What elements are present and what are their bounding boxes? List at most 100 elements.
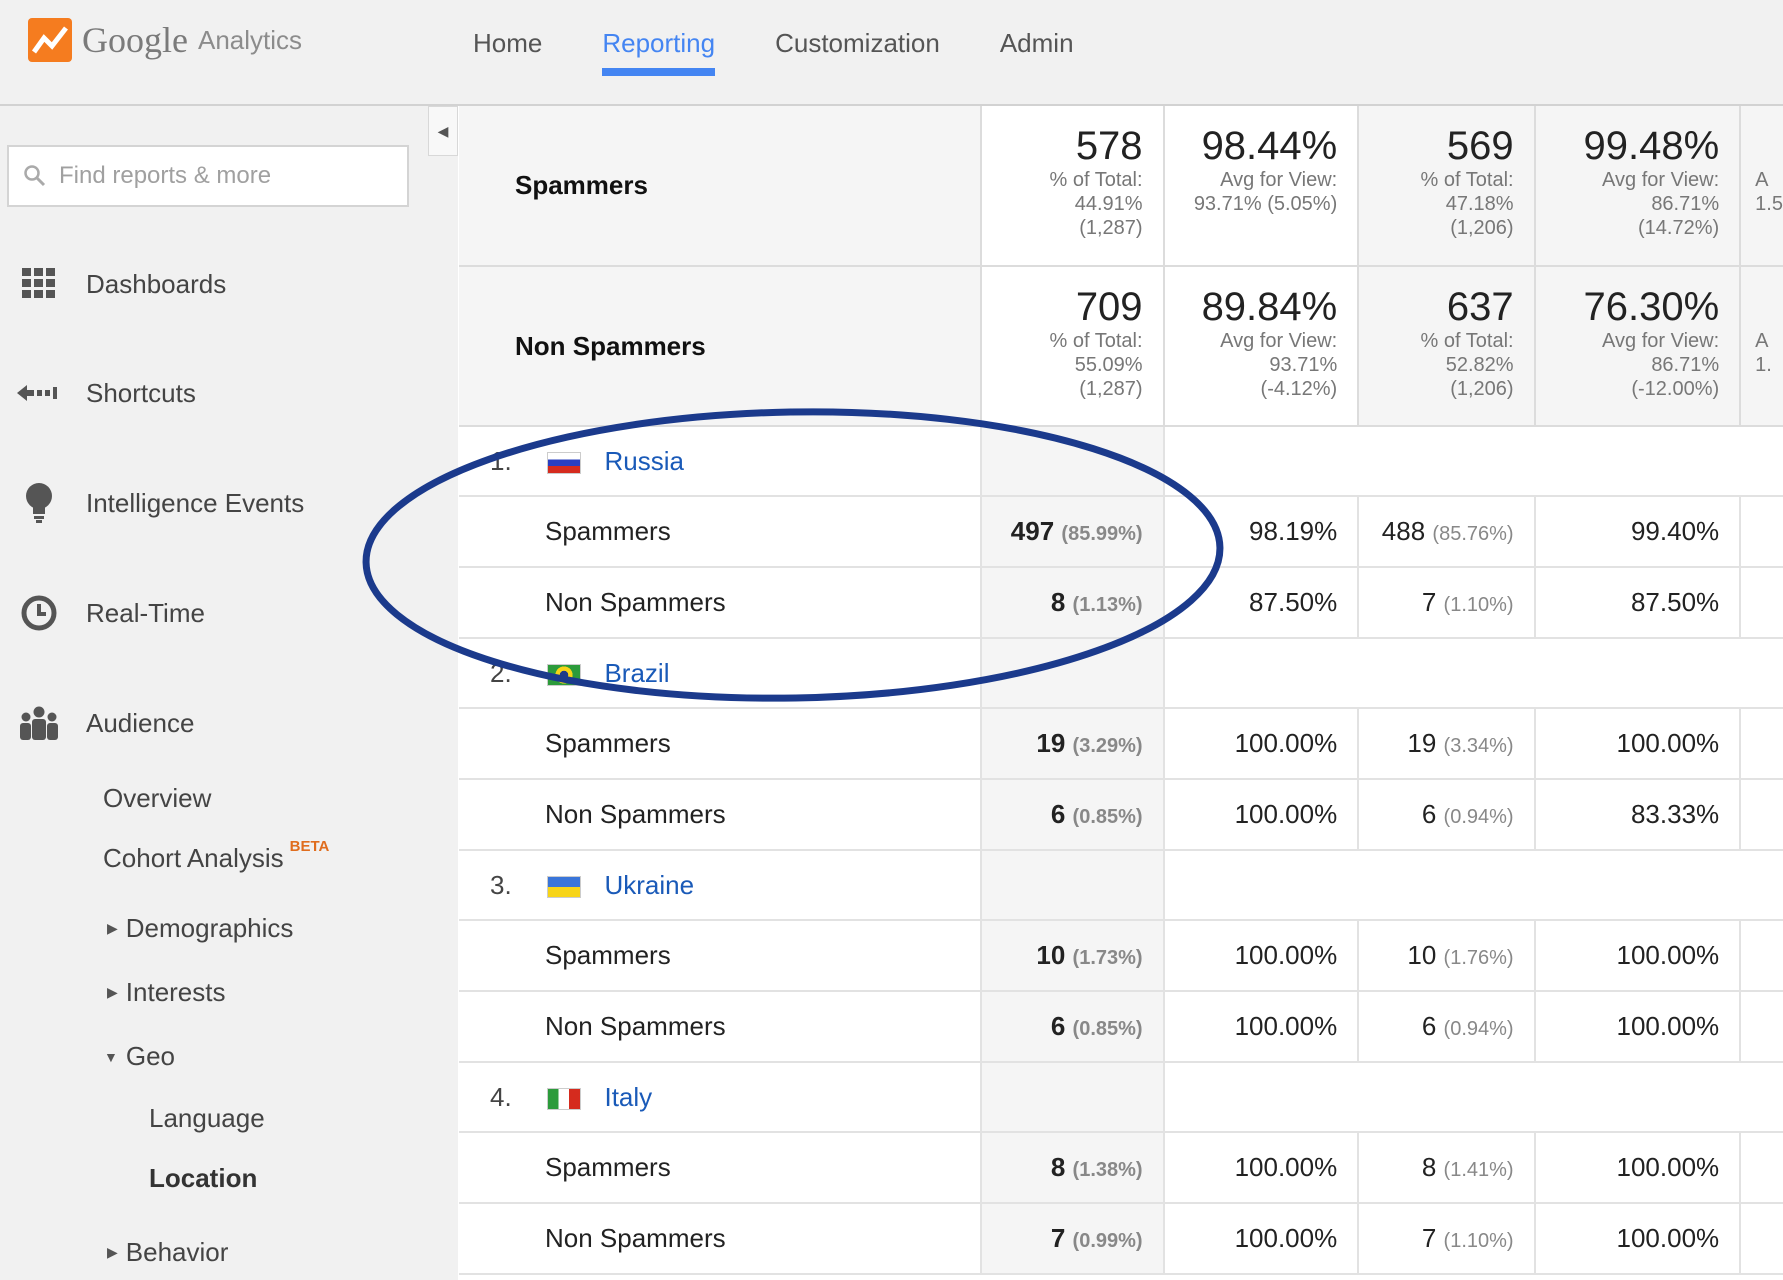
summary-caption: 1.5: [1755, 193, 1783, 215]
row-number: 3.: [490, 869, 512, 900]
country-link[interactable]: Italy: [604, 1082, 652, 1112]
metric-cell: 100.00%: [1163, 1132, 1360, 1204]
tab-customization[interactable]: Customization: [775, 0, 940, 76]
segment-label: Spammers: [459, 708, 983, 780]
table-row: Spammers 497 (85.99%) 98.19% 488 (85.76%…: [459, 496, 1783, 568]
main-nav: Home Reporting Customization Admin: [473, 0, 1134, 104]
metric-cell: 6 (0.94%): [1358, 779, 1536, 851]
summary-cell: 89.84% Avg for View: 93.71% (-4.12%): [1163, 266, 1360, 427]
summary-cell: 76.30% Avg for View: 86.71% (-12.00%): [1534, 266, 1742, 427]
clock-icon: [14, 595, 64, 631]
segment-label: Spammers: [459, 1132, 983, 1204]
sidebar-item-label: Demographics: [125, 913, 294, 943]
sidebar-item-dashboards[interactable]: Dashboards: [0, 254, 440, 314]
chevron-left-icon: ◀: [437, 122, 449, 139]
sessions-cell: 19 (3.29%): [981, 708, 1165, 780]
sidebar-item-interests[interactable]: ▶ Interests: [107, 977, 226, 1008]
table-row: Non Spammers 6 (0.85%) 100.00% 6 (0.94%)…: [459, 779, 1783, 851]
sidebar-item-shortcuts[interactable]: Shortcuts: [0, 363, 440, 423]
summary-value: 578: [1075, 124, 1143, 168]
report-table: Spammers 578 % of Total: 44.91% (1,287) …: [459, 106, 1783, 1275]
table-row: Spammers 10 (1.73%) 100.00% 10 (1.76%) 1…: [459, 920, 1783, 992]
sidebar-item-geo[interactable]: ▼ Geo: [104, 1041, 175, 1072]
summary-caption: A: [1755, 330, 1769, 352]
country-link[interactable]: Brazil: [604, 658, 669, 688]
country-cell: 3. Ukraine: [459, 850, 983, 921]
country-link[interactable]: Russia: [604, 446, 683, 476]
sidebar-item-real-time[interactable]: Real-Time: [0, 583, 440, 643]
sessions-cell: 7 (0.99%): [981, 1203, 1165, 1275]
summary-caption: (1,206): [1450, 378, 1514, 400]
summary-row-spammers: Spammers 578 % of Total: 44.91% (1,287) …: [459, 106, 1783, 267]
summary-caption: 44.91%: [1074, 193, 1143, 215]
ukraine-flag-icon: [547, 875, 582, 898]
summary-cell: 98.44% Avg for View: 93.71% (5.05%): [1163, 106, 1360, 267]
sidebar-item-label: Behavior: [125, 1237, 229, 1267]
country-group-row: 3. Ukraine: [459, 850, 1783, 921]
metric-cell: 6 (0.94%): [1358, 991, 1536, 1063]
country-group-row: 4. Italy: [459, 1062, 1783, 1133]
segment-label: Non Spammers: [459, 567, 983, 639]
metric-cell: 87.50%: [1534, 567, 1742, 639]
logo-analytics-text: Analytics: [197, 24, 303, 55]
tab-reporting[interactable]: Reporting: [602, 0, 715, 76]
summary-caption: Avg for View:: [1220, 330, 1338, 352]
tab-home[interactable]: Home: [473, 0, 542, 76]
sidebar-item-intelligence-events[interactable]: Intelligence Events: [0, 473, 440, 533]
summary-cell: 99.48% Avg for View: 86.71% (14.72%): [1534, 106, 1742, 267]
sessions-cell: 8 (1.13%): [981, 567, 1165, 639]
search-box[interactable]: [7, 145, 409, 207]
summary-caption: 86.71%: [1651, 193, 1720, 215]
sidebar-item-language[interactable]: Language: [149, 1103, 265, 1134]
summary-caption: (1,287): [1079, 378, 1143, 400]
tab-admin[interactable]: Admin: [1000, 0, 1074, 76]
sessions-cell: 497 (85.99%): [981, 496, 1165, 568]
metric-cell: 98.19%: [1163, 496, 1360, 568]
top-header: Google Analytics Home Reporting Customiz…: [0, 0, 1783, 106]
country-link[interactable]: Ukraine: [604, 870, 694, 900]
summary-cell-clipped: A 1.: [1740, 266, 1783, 427]
metric-cell: 10 (1.76%): [1358, 920, 1536, 992]
summary-caption: A: [1755, 169, 1769, 191]
triangle-right-icon: ▶: [107, 920, 118, 936]
summary-caption: % of Total:: [1049, 169, 1143, 191]
metric-cell: 83.33%: [1534, 779, 1742, 851]
sidebar-item-cohort-analysis[interactable]: Cohort Analysis BETA: [103, 838, 329, 874]
metric-cell: 100.00%: [1163, 779, 1360, 851]
lightbulb-icon: [14, 482, 64, 524]
metric-cell: 7 (1.10%): [1358, 567, 1536, 639]
search-input[interactable]: [57, 161, 391, 191]
sidebar-item-label: Geo: [125, 1041, 176, 1071]
sidebar-item-location[interactable]: Location: [149, 1163, 257, 1194]
metric-cell: 100.00%: [1163, 991, 1360, 1063]
country-group-row: 1. Russia: [459, 426, 1783, 497]
summary-value: 76.30%: [1583, 285, 1720, 329]
triangle-right-icon: ▶: [107, 1244, 118, 1260]
logo-google-text: Google: [82, 20, 188, 60]
country-cell: 1. Russia: [459, 426, 983, 497]
sidebar-item-label: Shortcuts: [86, 377, 196, 408]
metric-cell: 100.00%: [1163, 708, 1360, 780]
summary-caption: (1,206): [1450, 217, 1514, 239]
sidebar-item-overview[interactable]: Overview: [103, 783, 211, 814]
sidebar-item-demographics[interactable]: ▶ Demographics: [107, 913, 293, 944]
summary-caption: 47.18%: [1445, 193, 1514, 215]
search-icon: [24, 165, 46, 187]
table-row: Non Spammers 7 (0.99%) 100.00% 7 (1.10%)…: [459, 1203, 1783, 1275]
dashboard-grid-icon: [14, 268, 64, 300]
collapse-sidebar-button[interactable]: ◀: [428, 106, 458, 156]
metric-cell: 100.00%: [1534, 1132, 1742, 1204]
sidebar-item-audience[interactable]: Audience: [0, 693, 440, 753]
metric-cell: 8 (1.41%): [1358, 1132, 1536, 1204]
summary-caption: (-4.12%): [1260, 378, 1338, 400]
sidebar-item-behavior[interactable]: ▶ Behavior: [107, 1237, 228, 1268]
people-icon: [14, 706, 64, 740]
sidebar-item-label: Interests: [125, 977, 226, 1007]
metric-cell: 19 (3.34%): [1358, 708, 1536, 780]
google-analytics-logo[interactable]: Google Analytics: [28, 18, 302, 62]
sidebar-item-label: Intelligence Events: [86, 487, 305, 518]
sessions-cell: 10 (1.73%): [981, 920, 1165, 992]
sidebar-item-label: Dashboards: [86, 268, 227, 299]
metric-cell: 488 (85.76%): [1358, 496, 1536, 568]
segment-label: Non Spammers: [459, 1203, 983, 1275]
